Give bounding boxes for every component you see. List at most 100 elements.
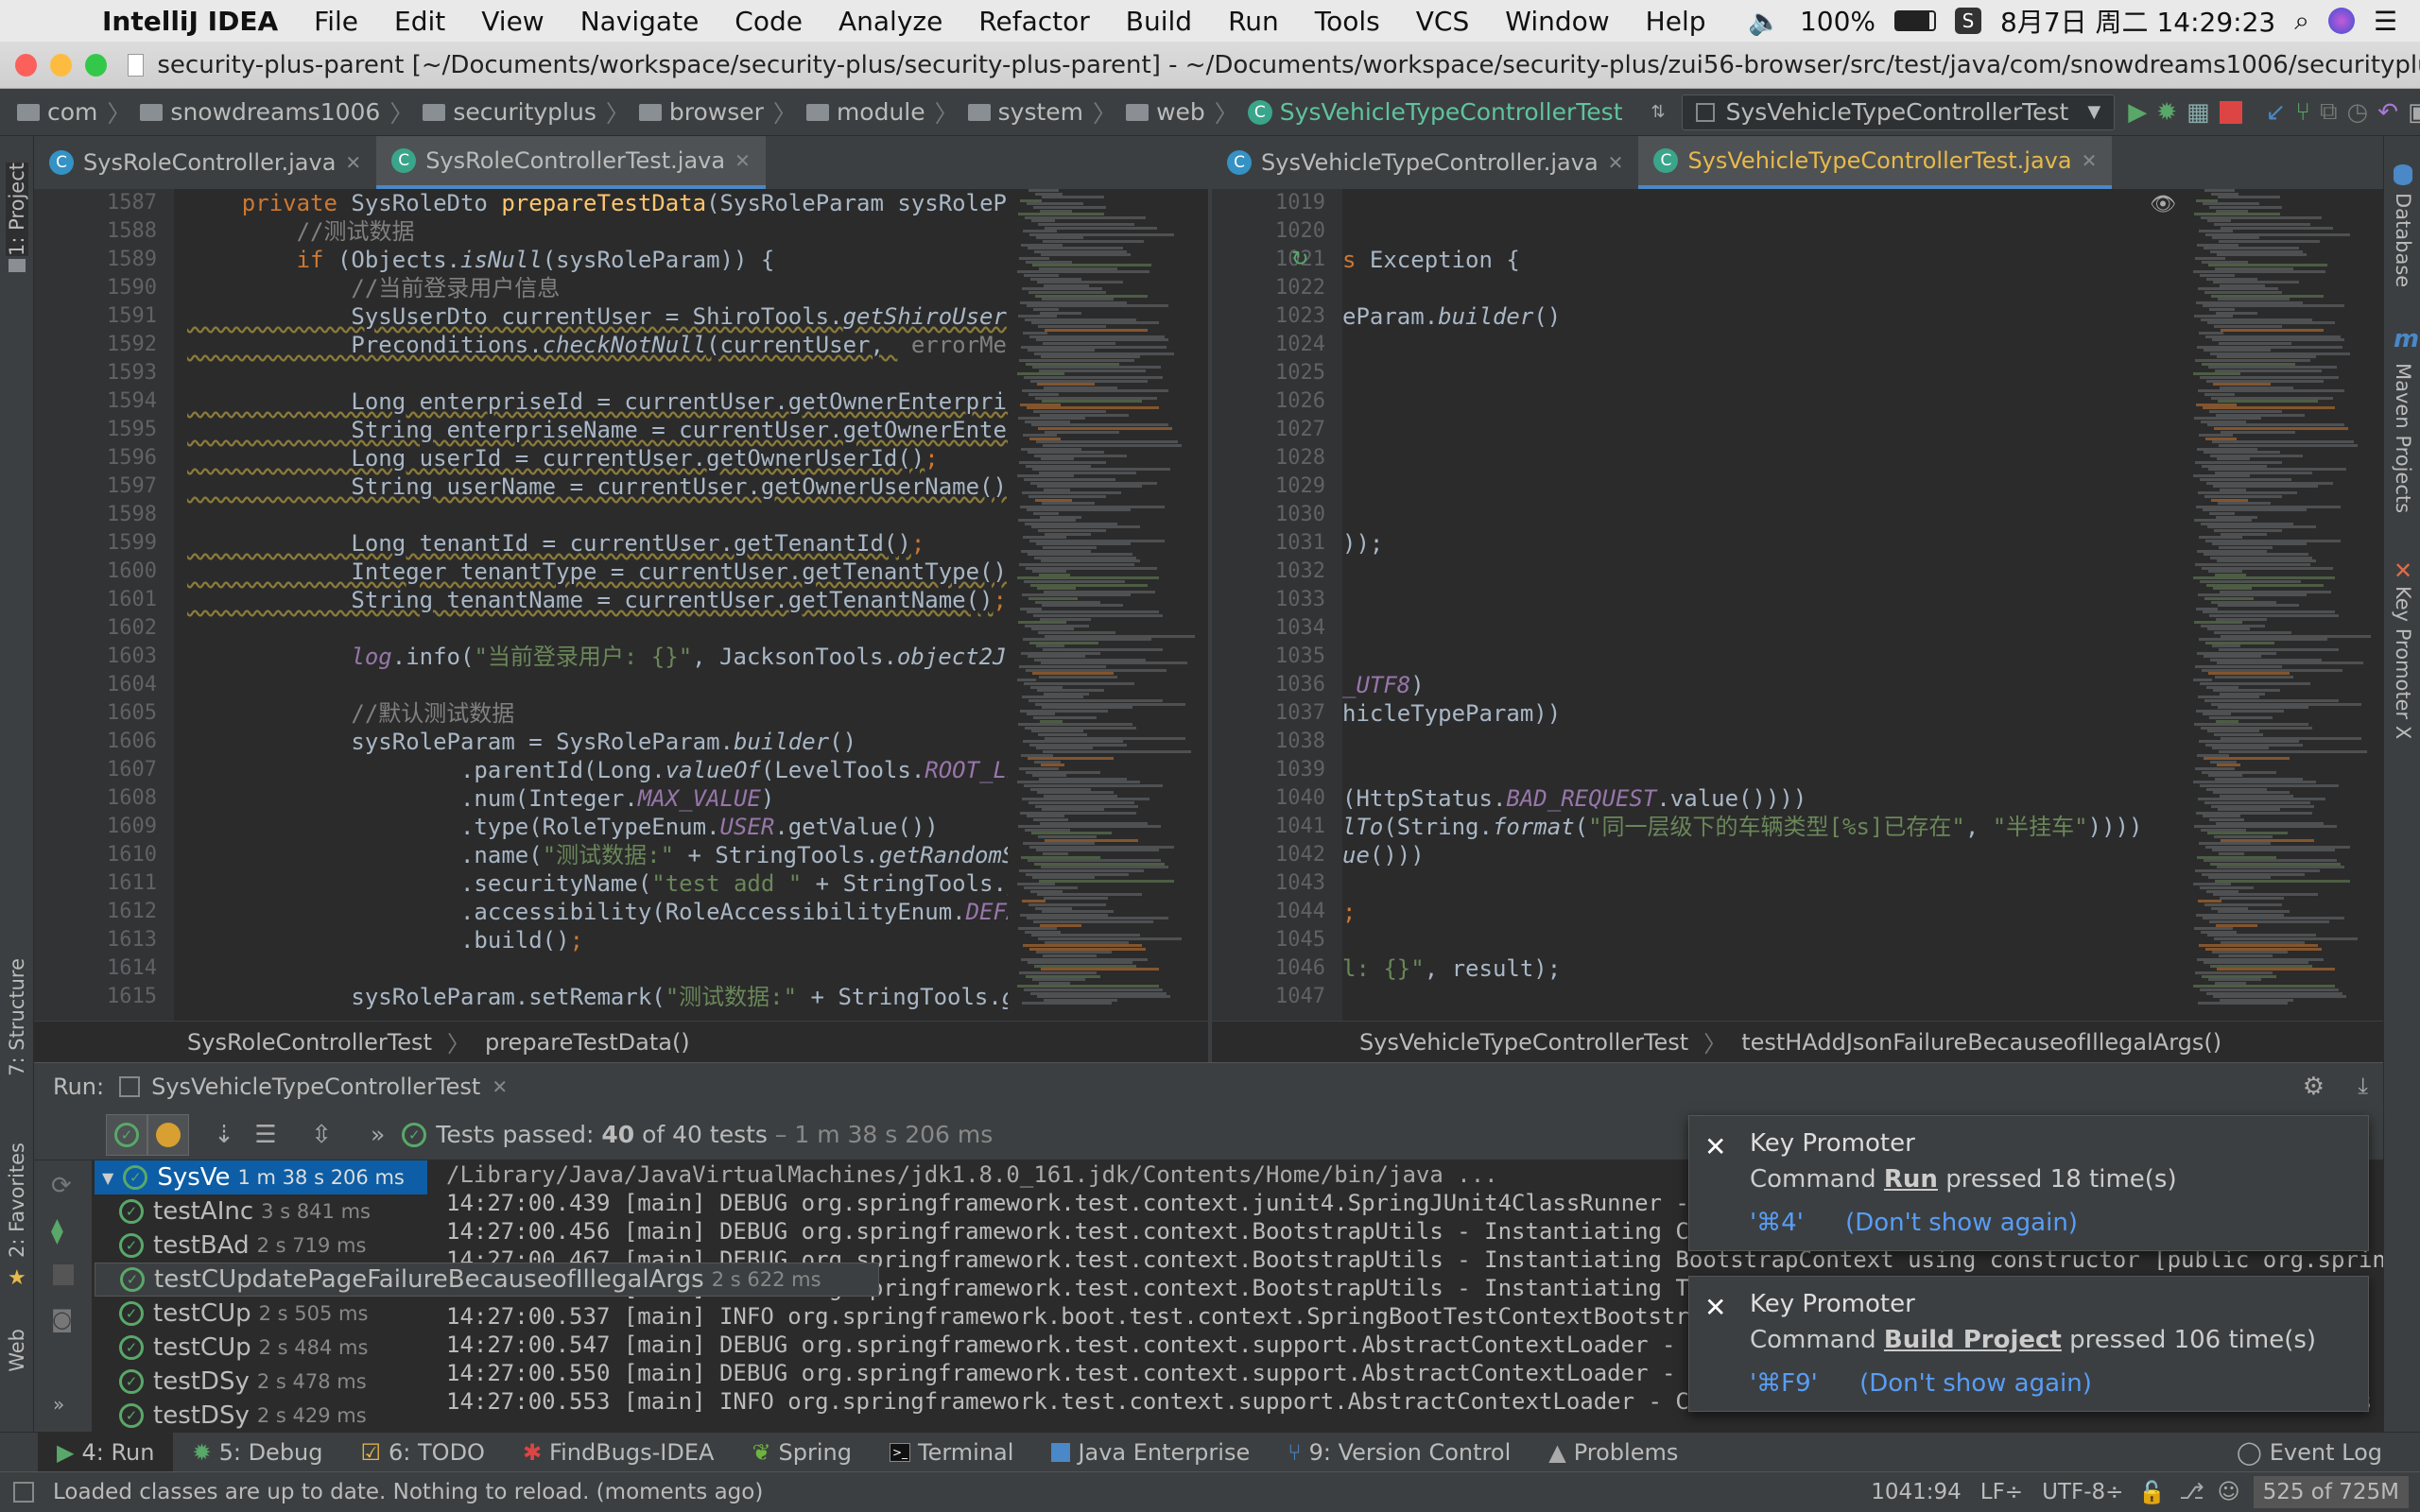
breadcrumb-method[interactable]: testHAddJsonFailureBecauseofIllegalArgs(… bbox=[1741, 1029, 2221, 1056]
tab-sysvehicletypecontrollertest[interactable]: C SysVehicleTypeControllerTest.java ✕ bbox=[1638, 136, 2113, 189]
gear-icon[interactable]: ⚙ bbox=[2303, 1073, 2325, 1101]
close-icon[interactable]: ✕ bbox=[735, 149, 751, 172]
code-line[interactable]: if (Objects.isNull(sysRoleParam)) { bbox=[187, 246, 1038, 274]
toggle-tool-windows-icon[interactable] bbox=[13, 1482, 34, 1503]
breadcrumb-class[interactable]: SysRoleControllerTest bbox=[187, 1029, 432, 1056]
maven-tool-button[interactable]: Maven Projects bbox=[2392, 363, 2414, 513]
code-line[interactable]: sysRoleParam = SysRoleParam.builder() bbox=[187, 728, 1038, 756]
caret-position[interactable]: 1041:94 bbox=[1871, 1480, 1980, 1504]
breadcrumb-com[interactable]: com bbox=[11, 98, 103, 126]
structure-tool-button[interactable]: 7: Structure bbox=[6, 958, 28, 1076]
code-line[interactable]: sysRoleParam.setRemark("测试数据:" + StringT… bbox=[187, 983, 1038, 1011]
chevron-down-icon[interactable]: ▼ bbox=[102, 1169, 113, 1187]
code-line[interactable]: .build(); bbox=[187, 926, 1038, 954]
code-line[interactable]: Integer tenantType = currentUser.getTena… bbox=[187, 558, 1038, 586]
code-line[interactable]: private SysRoleDto prepareTestData(SysRo… bbox=[187, 189, 1038, 217]
event-log-tool-button[interactable]: ◯ Event Log bbox=[2218, 1433, 2420, 1472]
code-line[interactable]: Long userId = currentUser.getOwnerUserId… bbox=[187, 444, 1038, 472]
test-row[interactable]: ✓ testCUp 2 s 484 ms bbox=[95, 1331, 427, 1365]
menu-refactor[interactable]: Refactor bbox=[960, 6, 1107, 37]
menu-help[interactable]: Help bbox=[1628, 6, 1724, 37]
file-encoding[interactable]: UTF-8÷ bbox=[2042, 1480, 2138, 1504]
app-menu[interactable]: IntelliJ IDEA bbox=[66, 6, 296, 37]
show-ignored-toggle[interactable] bbox=[147, 1113, 189, 1156]
database-tool-button[interactable]: Database bbox=[2392, 193, 2414, 287]
code-minimap[interactable] bbox=[2184, 189, 2383, 1021]
code-line[interactable]: .parentId(Long.valueOf(LevelTools.ROOT_L… bbox=[187, 756, 1038, 784]
menu-code[interactable]: Code bbox=[717, 6, 821, 37]
menu-window[interactable]: Window bbox=[1487, 6, 1627, 37]
version-control-tool-button[interactable]: ⑂ 9: Version Control bbox=[1269, 1433, 1530, 1472]
camera-icon[interactable]: ◙ bbox=[51, 1306, 73, 1332]
history-icon[interactable]: ◷ bbox=[2347, 96, 2369, 129]
vcs-commit-icon[interactable]: ⑂ bbox=[2295, 96, 2310, 129]
key-promoter-x-icon[interactable]: ✕ bbox=[1704, 1292, 1733, 1323]
left-editor[interactable]: 1587 1588 1589 1590 1591 1592 1593 1594 1595 1596… bbox=[34, 189, 1208, 1021]
code-line[interactable]: //当前登录用户信息 bbox=[187, 274, 1038, 302]
code-line[interactable]: .accessibility(RoleAccessibilityEnum.DEF… bbox=[187, 898, 1038, 926]
test-row[interactable]: ✓ testCUp 2 s 505 ms bbox=[95, 1297, 427, 1331]
code-line[interactable] bbox=[187, 501, 1038, 529]
sort-alpha-icon[interactable]: ⇣ bbox=[208, 1119, 240, 1151]
tab-sysvehicletypecontroller[interactable]: C SysVehicleTypeController.java ✕ bbox=[1212, 136, 1638, 189]
project-tool-button[interactable]: 1: Project bbox=[6, 163, 28, 256]
code-line[interactable] bbox=[187, 954, 1038, 983]
breadcrumb-securityplus[interactable]: securityplus bbox=[417, 98, 602, 126]
run-icon[interactable]: ▶ bbox=[2128, 96, 2147, 129]
test-suite-row[interactable]: ▼ ✓ SysVe 1 m 38 s 206 ms bbox=[95, 1160, 427, 1194]
todo-tool-button[interactable]: ☑ 6: TODO bbox=[342, 1433, 504, 1472]
code-line[interactable] bbox=[187, 614, 1038, 643]
test-row[interactable]: ✓ testDSy 2 s 478 ms bbox=[95, 1365, 427, 1399]
code-line[interactable]: .name("测试数据:" + StringTools.getRandomSt bbox=[187, 841, 1038, 869]
close-icon[interactable]: ✕ bbox=[345, 151, 361, 174]
menu-build[interactable]: Build bbox=[1108, 6, 1210, 37]
clock[interactable]: 8月7日 周二 14:29:23 bbox=[2000, 2, 2275, 40]
close-icon[interactable]: ✕ bbox=[492, 1075, 508, 1098]
breadcrumb-module[interactable]: module bbox=[801, 98, 931, 126]
close-window-button[interactable] bbox=[15, 53, 38, 77]
code-line[interactable]: String userName = currentUser.getOwnerUs… bbox=[187, 472, 1038, 501]
sort-duration-icon[interactable]: ☰ bbox=[250, 1119, 282, 1151]
run-configuration-dropdown[interactable]: SysVehicleTypeControllerTest ▼ bbox=[1681, 94, 2116, 130]
tab-sysrolecontroller[interactable]: C SysRoleController.java ✕ bbox=[34, 136, 376, 189]
stop-icon[interactable] bbox=[2219, 96, 2242, 129]
code-line[interactable]: .type(RoleTypeEnum.USER.getValue()) bbox=[187, 813, 1038, 841]
debug-icon[interactable]: ✹ bbox=[2156, 96, 2177, 129]
show-passed-toggle[interactable]: ✓ bbox=[106, 1113, 147, 1156]
volume-icon[interactable]: 🔈 bbox=[1748, 6, 1781, 37]
notification-center-icon[interactable]: ☰ bbox=[2374, 6, 2397, 37]
expand-all-icon[interactable]: ⇳ bbox=[305, 1119, 337, 1151]
test-row[interactable]: ✓ testCUpdatePageFailureBecauseofIllegalA… bbox=[95, 1263, 879, 1297]
spotlight-icon[interactable]: ⌕ bbox=[2294, 5, 2309, 37]
line-separator[interactable]: LF÷ bbox=[1980, 1480, 2042, 1504]
shortcut-link[interactable]: '⌘F9' bbox=[1750, 1369, 1818, 1398]
spring-tool-button[interactable]: ❦ Spring bbox=[733, 1433, 871, 1472]
preview-eye-icon[interactable]: 👁 bbox=[2150, 193, 2176, 216]
menu-navigate[interactable]: Navigate bbox=[562, 6, 717, 37]
toggle-autotest-icon[interactable]: ⧫ bbox=[51, 1217, 63, 1246]
code-line[interactable]: Preconditions.checkNotNull(currentUser, … bbox=[187, 331, 1038, 359]
breadcrumb-web[interactable]: web bbox=[1120, 98, 1211, 126]
breadcrumb-current-class[interactable]: C SysVehicleTypeControllerTest bbox=[1242, 98, 1629, 126]
run-test-gutter-icon[interactable]: ↻ bbox=[1291, 248, 1308, 271]
run-tab-label[interactable]: SysVehicleTypeControllerTest bbox=[151, 1074, 480, 1100]
test-row[interactable]: ✓ testDSy 2 s 429 ms bbox=[95, 1399, 427, 1433]
shortcut-link[interactable]: '⌘4' bbox=[1750, 1209, 1804, 1237]
menu-edit[interactable]: Edit bbox=[376, 6, 463, 37]
right-editor[interactable]: 1019 1020 1021 1022 1023 1024 1025 1026 1027 1028… bbox=[1212, 189, 2383, 1021]
test-results-tree[interactable]: ▼ ✓ SysVe 1 m 38 s 206 ms ✓ testAInc 3 s 841 m… bbox=[95, 1160, 879, 1433]
minimize-window-button[interactable] bbox=[50, 53, 73, 77]
git-icon[interactable]: ⎇ bbox=[2179, 1480, 2218, 1504]
menu-view[interactable]: View bbox=[463, 6, 562, 37]
update-project-icon[interactable]: ↙ bbox=[2266, 96, 2287, 129]
favorites-tool-button[interactable]: 2: Favorites bbox=[6, 1143, 28, 1258]
breadcrumb-method[interactable]: prepareTestData() bbox=[485, 1029, 690, 1056]
rerun-failed-icon[interactable]: ⟳ bbox=[51, 1172, 72, 1200]
code-minimap[interactable] bbox=[1008, 189, 1208, 1021]
breadcrumb-system[interactable]: system bbox=[962, 98, 1089, 126]
project-structure-icon[interactable]: ▣ bbox=[2408, 96, 2420, 129]
key-promoter-tool-button[interactable]: Key Promoter X bbox=[2392, 586, 2414, 739]
more-icon[interactable]: » bbox=[53, 1393, 64, 1416]
lock-icon[interactable]: 🔓 bbox=[2138, 1480, 2179, 1505]
memory-indicator[interactable]: 525 of 725M bbox=[2253, 1476, 2409, 1508]
